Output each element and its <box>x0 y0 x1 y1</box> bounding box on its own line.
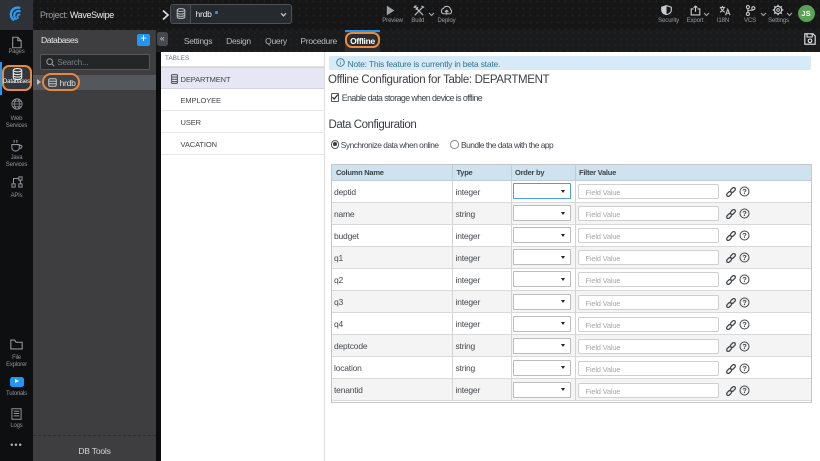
svg-text:?: ? <box>742 231 747 240</box>
svg-text:?: ? <box>742 276 747 285</box>
svg-text:?: ? <box>742 187 747 196</box>
svg-text:?: ? <box>742 386 747 395</box>
svg-text:?: ? <box>742 209 747 218</box>
svg-text:?: ? <box>742 298 747 307</box>
svg-text:?: ? <box>742 320 747 329</box>
svg-text:?: ? <box>742 253 747 262</box>
svg-text:?: ? <box>742 342 747 351</box>
svg-text:?: ? <box>742 364 747 373</box>
svg-text:i: i <box>339 60 340 67</box>
